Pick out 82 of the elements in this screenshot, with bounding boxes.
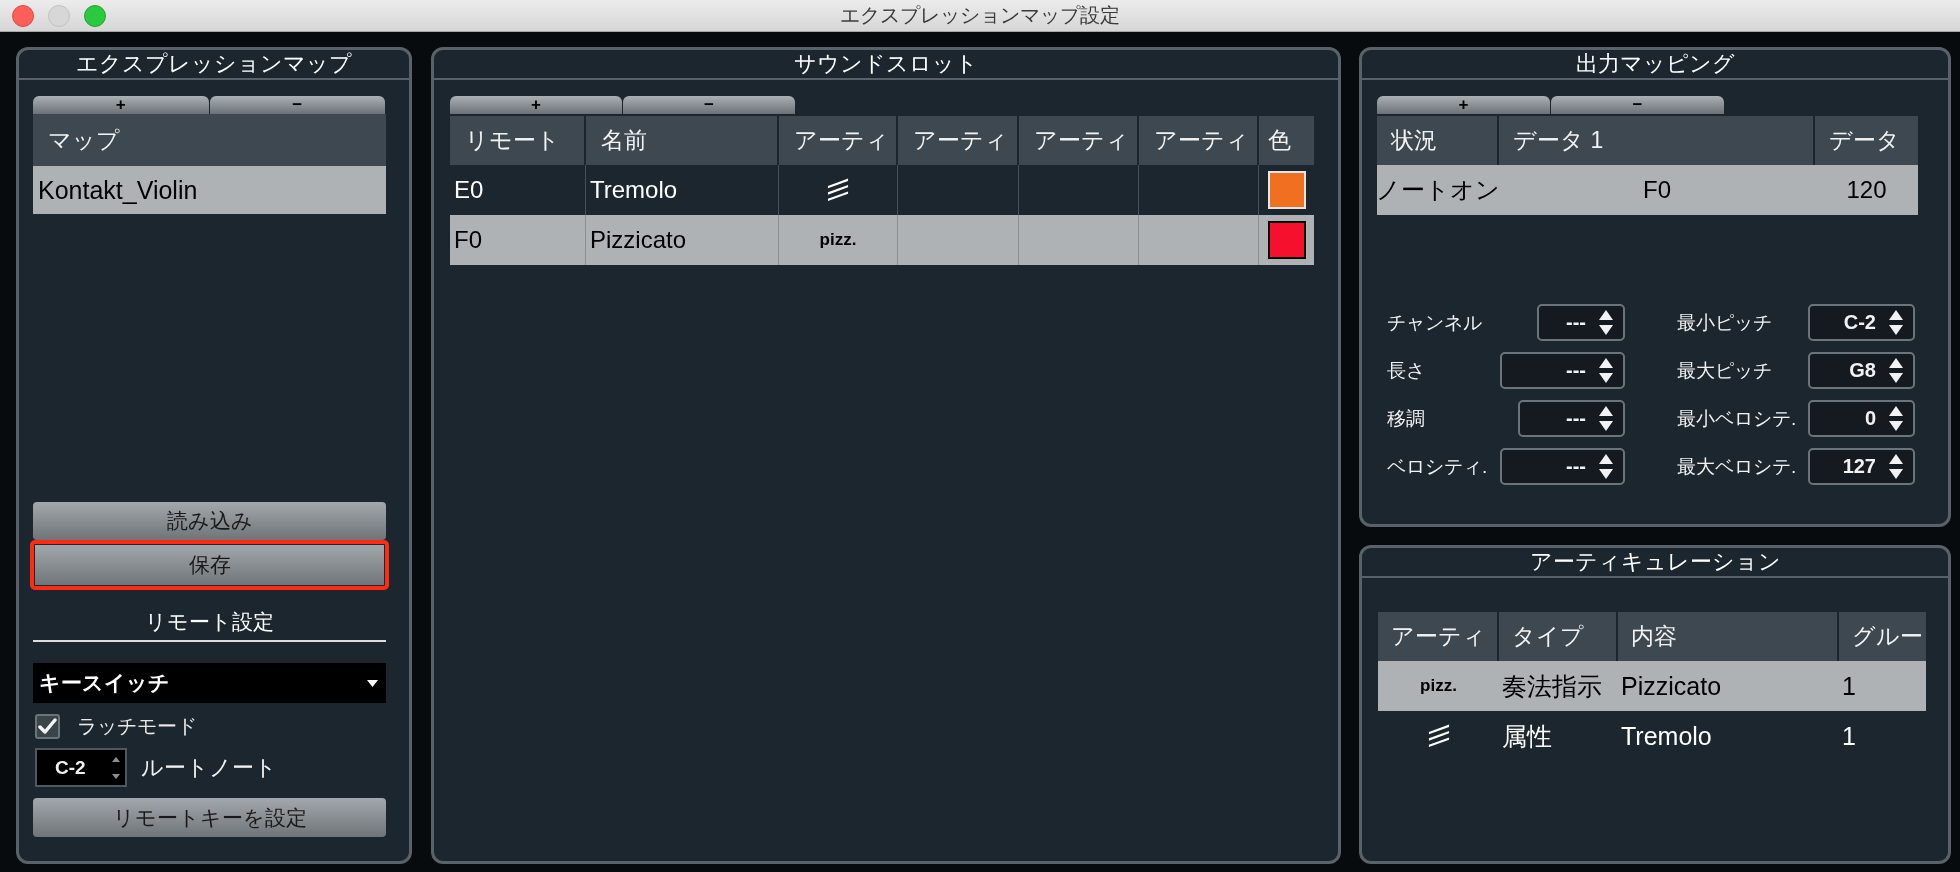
number-spinner[interactable]: --- [1537, 304, 1625, 341]
number-spinner[interactable]: 127 [1808, 448, 1915, 485]
stepper-arrows-icon [1599, 453, 1613, 480]
table-cell-text: ノートオン [1377, 175, 1499, 205]
number-spinner[interactable]: C-2 [1808, 304, 1915, 341]
stepper-arrows-icon [1599, 357, 1613, 384]
table-cell: Pizzicato [586, 215, 779, 265]
stepper-arrows-icon [1599, 309, 1613, 336]
table-cell-text: 120 [1845, 175, 1888, 205]
column-header: リモート [450, 116, 586, 165]
column-header: データ [1815, 116, 1918, 165]
column-header: アーティ [1019, 116, 1139, 165]
add-button[interactable]: + [450, 96, 622, 114]
zoom-button[interactable] [84, 4, 106, 27]
column-header: 色 [1259, 116, 1314, 165]
table-cell-text: F0 [1642, 175, 1672, 205]
number-spinner[interactable]: --- [1500, 352, 1625, 389]
table-cell: F0 [450, 215, 586, 265]
panel-title: 出力マッピング [1575, 51, 1735, 76]
column-header: 内容 [1618, 612, 1839, 661]
close-button[interactable] [12, 4, 34, 27]
table-cell-text: 1 [1841, 720, 1857, 752]
remove-button[interactable]: − [623, 96, 795, 114]
column-header: アーティ [898, 116, 1019, 165]
remove-button[interactable]: − [209, 96, 385, 114]
add-button[interactable]: + [1377, 96, 1550, 114]
load-button[interactable]: 読み込み [33, 502, 386, 540]
field-label: ベロシティ. [1387, 454, 1488, 479]
set-remote-key-button[interactable]: リモートキーを設定 [33, 798, 386, 837]
column-header: アーティ [779, 116, 898, 165]
field-label: 最小ベロシテ. [1677, 406, 1797, 431]
number-spinner[interactable]: --- [1518, 400, 1625, 437]
table-cell-text: Tremolo [1620, 720, 1713, 752]
column-header: データ 1 [1499, 116, 1815, 165]
field-label: 長さ [1387, 358, 1425, 383]
stepper-arrows-icon [112, 756, 120, 779]
dropdown[interactable]: キースイッチ [33, 663, 386, 703]
column-header: アーティ [1139, 116, 1259, 165]
column-header: 状況 [1377, 116, 1499, 165]
number-spinner[interactable]: G8 [1808, 352, 1915, 389]
column-header: アーティ [1378, 612, 1499, 661]
field-label: 最小ピッチ [1677, 310, 1772, 335]
column-header: マップ [33, 114, 386, 166]
remove-button[interactable]: − [1551, 96, 1724, 114]
table-cell-text: 1 [1841, 670, 1857, 702]
panel-title: エクスプレッションマップ [76, 51, 352, 76]
table-row[interactable]: pizz. 奏法指示 Pizzicato 1 [1378, 661, 1926, 711]
field-label: 最大ピッチ [1677, 358, 1772, 383]
number-spinner[interactable]: --- [1500, 448, 1625, 485]
stepper-arrows-icon [1889, 309, 1903, 336]
stepper-arrows-icon [1889, 453, 1903, 480]
checkbox[interactable] [35, 714, 60, 739]
window-title: エクスプレッションマップ設定 [840, 3, 1120, 28]
table-cell: pizz. [779, 215, 898, 265]
table-cell-text: 属性 [1501, 720, 1553, 752]
table-cell-text: pizz. [1419, 675, 1458, 697]
checkbox-label: ラッチモード [77, 714, 197, 739]
table-cell-text: 奏法指示 [1501, 670, 1603, 702]
add-button[interactable]: + [33, 96, 209, 114]
panel-title: サウンドスロット [794, 51, 978, 76]
note-spinner[interactable]: C-2 [35, 748, 127, 787]
section-title: リモート設定 [33, 604, 386, 642]
column-header: グルー [1839, 612, 1926, 661]
save-button[interactable]: 保存 [30, 540, 389, 590]
column-header: 名前 [586, 116, 779, 165]
field-label: 最大ベロシテ. [1677, 454, 1797, 479]
field-label: 移調 [1387, 406, 1425, 431]
table-cell-text: Pizzicato [1620, 670, 1723, 702]
tremolo-icon [827, 178, 849, 202]
caret-icon [367, 679, 378, 687]
stepper-arrows-icon [1889, 357, 1903, 384]
field-label: チャンネル [1387, 310, 1482, 335]
stepper-arrows-icon [1889, 405, 1903, 432]
table-row[interactable]: ノートオン F0 120 [1377, 165, 1918, 215]
panel-title: アーティキュレーション [1529, 549, 1781, 574]
tremolo-icon [1427, 724, 1450, 748]
column-header: タイプ [1499, 612, 1618, 661]
number-spinner[interactable]: 0 [1808, 400, 1915, 437]
spinner-label: ルートノート [141, 753, 277, 782]
stepper-arrows-icon [1599, 405, 1613, 432]
table-row[interactable]: F0 Pizzicato pizz. [450, 215, 1314, 265]
table-row[interactable]: Kontakt_Violin [33, 166, 386, 214]
